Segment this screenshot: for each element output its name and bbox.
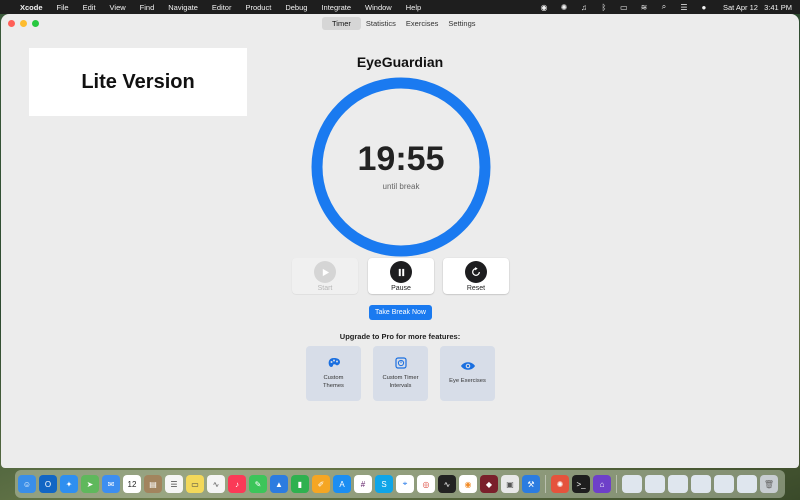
- siri-icon[interactable]: ●: [699, 3, 709, 12]
- window-thumb-icon[interactable]: [622, 475, 642, 493]
- wifi-status-icon[interactable]: ≋: [639, 3, 649, 12]
- menu-app-name[interactable]: Xcode: [20, 3, 43, 12]
- menu-file[interactable]: File: [57, 3, 69, 12]
- skype-icon[interactable]: S: [375, 475, 393, 493]
- timer-subtitle: until break: [382, 182, 420, 191]
- github-icon[interactable]: ⌂: [593, 475, 611, 493]
- preview-icon[interactable]: ▣: [501, 475, 519, 493]
- eye-icon: [460, 361, 476, 375]
- menu-bar: Xcode File Edit View Find Navigate Edito…: [0, 0, 800, 14]
- menu-clock[interactable]: Sat Apr 12 3:41 PM: [719, 3, 792, 12]
- menu-navigate[interactable]: Navigate: [168, 3, 198, 12]
- dock-separator-2: [616, 475, 617, 493]
- reset-label: Reset: [466, 285, 486, 292]
- take-break-button[interactable]: Take Break Now: [369, 305, 432, 320]
- pause-icon: [390, 261, 412, 283]
- zoom-window-button[interactable]: [32, 20, 39, 27]
- brightness-status-icon[interactable]: ✺: [559, 3, 569, 12]
- terminal-icon[interactable]: >_: [572, 475, 590, 493]
- menu-edit[interactable]: Edit: [83, 3, 96, 12]
- palette-icon: [327, 357, 341, 373]
- app-window: Timer Statistics Exercises Settings Lite…: [1, 14, 799, 468]
- pause-label: Pause: [391, 285, 411, 292]
- timer-ring: 19:55 until break: [310, 76, 492, 258]
- maps-icon[interactable]: ➤: [81, 475, 99, 493]
- menu-time: 3:41 PM: [764, 2, 792, 12]
- music-icon[interactable]: ♪: [228, 475, 246, 493]
- feature-custom-timer-intervals[interactable]: Custom Timer Intervals: [373, 346, 428, 401]
- xcode-icon[interactable]: ⚒: [522, 475, 540, 493]
- feature-custom-timer-intervals-label: Custom Timer Intervals: [382, 375, 419, 389]
- app-title: EyeGuardian: [356, 54, 444, 70]
- window-thumb-icon-4[interactable]: [691, 475, 711, 493]
- stickies-icon[interactable]: ▭: [186, 475, 204, 493]
- menu-find[interactable]: Find: [140, 3, 155, 12]
- tab-bar: Timer Statistics Exercises Settings: [322, 17, 481, 30]
- tab-statistics[interactable]: Statistics: [361, 17, 401, 30]
- control-center-icon[interactable]: ☰: [679, 3, 689, 12]
- start-button[interactable]: Start: [292, 258, 358, 294]
- feature-custom-themes[interactable]: Custom Themes: [306, 346, 361, 401]
- freeform-icon[interactable]: ∿: [207, 475, 225, 493]
- menu-help[interactable]: Help: [406, 3, 421, 12]
- scrobbler-icon[interactable]: ✺: [551, 475, 569, 493]
- menu-window[interactable]: Window: [365, 3, 392, 12]
- window-controls: [8, 20, 39, 27]
- tab-settings[interactable]: Settings: [443, 17, 480, 30]
- outlook-icon[interactable]: O: [39, 475, 57, 493]
- timer-countdown: 19:55: [357, 140, 445, 178]
- title-bar: Timer Statistics Exercises Settings: [1, 14, 799, 36]
- calendar-icon[interactable]: 12: [123, 475, 141, 493]
- reminders-icon[interactable]: ☰: [165, 475, 183, 493]
- reset-icon: [465, 261, 487, 283]
- finder-icon[interactable]: ☺: [18, 475, 36, 493]
- search-status-icon[interactable]: ⌕: [659, 2, 669, 12]
- window-thumb-icon-6[interactable]: [737, 475, 757, 493]
- chrome-icon[interactable]: ◎: [417, 475, 435, 493]
- tab-exercises[interactable]: Exercises: [401, 17, 444, 30]
- trash-icon[interactable]: 🗑: [760, 475, 778, 493]
- app-store-icon[interactable]: A: [333, 475, 351, 493]
- bluetooth-status-icon[interactable]: ᛒ: [599, 3, 609, 12]
- eye-status-icon[interactable]: ◉: [539, 3, 549, 12]
- menu-integrate[interactable]: Integrate: [321, 3, 351, 12]
- airpods-status-icon[interactable]: ♫: [579, 3, 589, 12]
- activity-icon[interactable]: ∿: [438, 475, 456, 493]
- feature-eye-exercises-label: Eye Exercises: [449, 378, 486, 384]
- menu-debug[interactable]: Debug: [285, 3, 307, 12]
- reset-button[interactable]: Reset: [443, 258, 509, 294]
- menu-product[interactable]: Product: [245, 3, 271, 12]
- notes-icon[interactable]: ▤: [144, 475, 162, 493]
- numbers-icon[interactable]: ▮: [291, 475, 309, 493]
- slack-icon[interactable]: #: [354, 475, 372, 493]
- upgrade-heading: Upgrade to Pro for more features:: [339, 332, 461, 341]
- menu-view[interactable]: View: [110, 3, 126, 12]
- maps-pin-icon[interactable]: ⌖: [396, 475, 414, 493]
- menu-date: Sat Apr 12: [722, 2, 758, 12]
- menu-editor[interactable]: Editor: [212, 3, 232, 12]
- keynote-icon[interactable]: ▲: [270, 475, 288, 493]
- pages-icon[interactable]: ✐: [312, 475, 330, 493]
- window-thumb-icon-2[interactable]: [645, 475, 665, 493]
- dock-separator: [545, 475, 546, 493]
- window-thumb-icon-3[interactable]: [668, 475, 688, 493]
- timer-interval-icon: [394, 357, 407, 373]
- dock: ☺ O ✦ ➤ ✉ 12 ▤ ☰ ▭ ∿ ♪ ✎ ▲ ▮ ✐ A # S ⌖ ◎…: [15, 470, 785, 498]
- feature-eye-exercises[interactable]: Eye Exercises: [440, 346, 495, 401]
- safari-icon[interactable]: ✦: [60, 475, 78, 493]
- window-thumb-icon-5[interactable]: [714, 475, 734, 493]
- start-label: Start: [317, 285, 333, 292]
- play-icon: [314, 261, 336, 283]
- messages-icon[interactable]: ✎: [249, 475, 267, 493]
- battery-status-icon[interactable]: ▭: [619, 3, 629, 12]
- retcon-icon[interactable]: ◆: [480, 475, 498, 493]
- pause-button[interactable]: Pause: [368, 258, 434, 294]
- mail-icon[interactable]: ✉: [102, 475, 120, 493]
- close-window-button[interactable]: [8, 20, 15, 27]
- overcast-icon[interactable]: ◉: [459, 475, 477, 493]
- feature-custom-themes-label: Custom Themes: [323, 375, 344, 389]
- minimize-window-button[interactable]: [20, 20, 27, 27]
- tab-timer[interactable]: Timer: [322, 17, 361, 30]
